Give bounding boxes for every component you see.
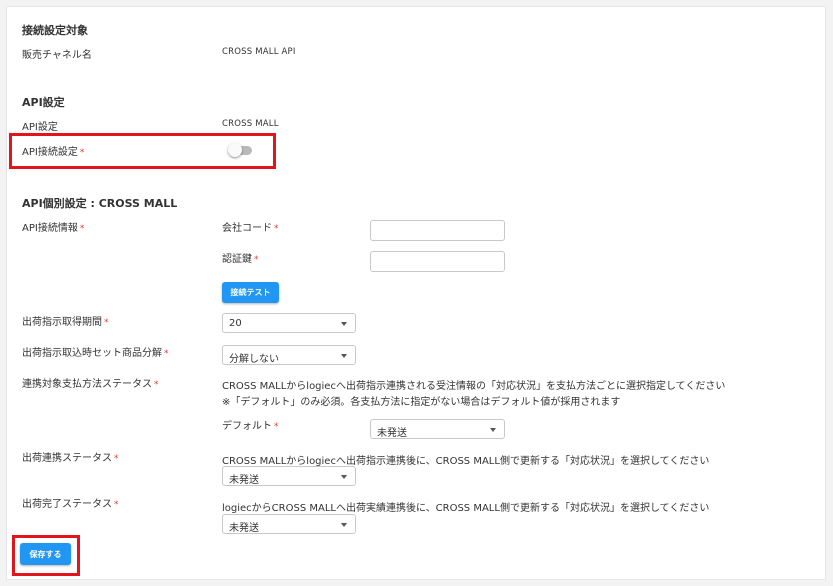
connection-test-button[interactable]: 接続テスト [222,282,279,303]
payment-status-note: ※「デフォルト」のみ必須。各支払方法に指定がない場合はデフォルト値が採用されます [222,397,621,408]
ship-done-status-description: logiecからCROSS MALLへ出荷実績連携後に、CROSS MALL側で… [222,503,710,514]
channel-name-label: 販売チャネル名 [22,50,92,61]
required-mark: * [79,148,85,158]
required-mark: * [164,349,169,359]
payment-status-label: 連携対象支払方法ステータス * [22,375,159,390]
default-status-select[interactable]: 未発送 [370,419,505,439]
api-connect-info-label: API接続情報 * [22,219,84,234]
fetch-period-label: 出荷指示取得期間 * [22,313,109,328]
set-split-select[interactable]: 分解しない [222,345,356,365]
company-code-label: 会社コード * [222,219,279,234]
fetch-period-label-text: 出荷指示取得期間 [22,317,102,328]
api-settings-title: API設定 [22,96,65,109]
company-code-input[interactable] [370,220,505,241]
connection-target-title: 接続設定対象 [22,24,88,37]
company-code-label-text: 会社コード [222,223,272,234]
set-split-label-text: 出荷指示取込時セット商品分解 [22,348,162,359]
required-mark: * [254,255,259,265]
required-mark: * [154,380,159,390]
ship-link-status-label-text: 出荷連携ステータス [22,453,112,464]
api-setting-value: CROSS MALL [222,119,279,129]
ship-link-status-description: CROSS MALLからlogiecへ出荷指示連携後に、CROSS MALL側で… [222,456,710,467]
required-mark: * [114,454,119,464]
auth-key-input[interactable] [370,251,505,272]
ship-link-status-select[interactable]: 未発送 [222,466,356,486]
required-mark: * [274,422,279,432]
chevron-down-icon [341,523,347,527]
default-label: デフォルト * [222,417,279,432]
default-status-value: 未発送 [377,428,407,439]
api-connect-info-label-text: API接続情報 [22,223,78,234]
required-mark: * [274,224,279,234]
payment-status-description: CROSS MALLからlogiecへ出荷指示連携される受注情報の「対応状況」を… [222,381,726,392]
auth-key-label-text: 認証鍵 [222,254,252,265]
settings-card [6,6,826,580]
required-mark: * [104,318,109,328]
save-button[interactable]: 保存する [20,543,71,565]
chevron-down-icon [341,475,347,479]
chevron-down-icon [341,354,347,358]
set-split-value: 分解しない [229,354,279,365]
ship-link-status-label: 出荷連携ステータス * [22,449,119,464]
ship-done-status-label: 出荷完了ステータス * [22,495,119,510]
api-setting-label: API設定 [22,122,58,133]
required-mark: * [114,500,119,510]
api-connect-setting-label: API接続設定 * [22,143,84,158]
chevron-down-icon [490,428,496,432]
ship-done-status-label-text: 出荷完了ステータス [22,499,112,510]
fetch-period-select[interactable]: 20 [222,313,356,333]
ship-done-status-select[interactable]: 未発送 [222,514,356,534]
toggle-knob [228,143,242,157]
api-connect-toggle[interactable] [228,143,254,157]
set-split-label: 出荷指示取込時セット商品分解 * [22,344,169,359]
ship-link-status-value: 未発送 [229,475,259,486]
api-individual-title: API個別設定 : CROSS MALL [22,197,178,210]
chevron-down-icon [341,322,347,326]
payment-status-label-text: 連携対象支払方法ステータス [22,379,152,390]
channel-name-value: CROSS MALL API [222,47,296,57]
auth-key-label: 認証鍵 * [222,250,259,265]
api-connect-setting-label-text: API接続設定 [22,147,78,158]
fetch-period-value: 20 [229,318,242,329]
ship-done-status-value: 未発送 [229,523,259,534]
default-label-text: デフォルト [222,421,272,432]
required-mark: * [79,224,85,234]
